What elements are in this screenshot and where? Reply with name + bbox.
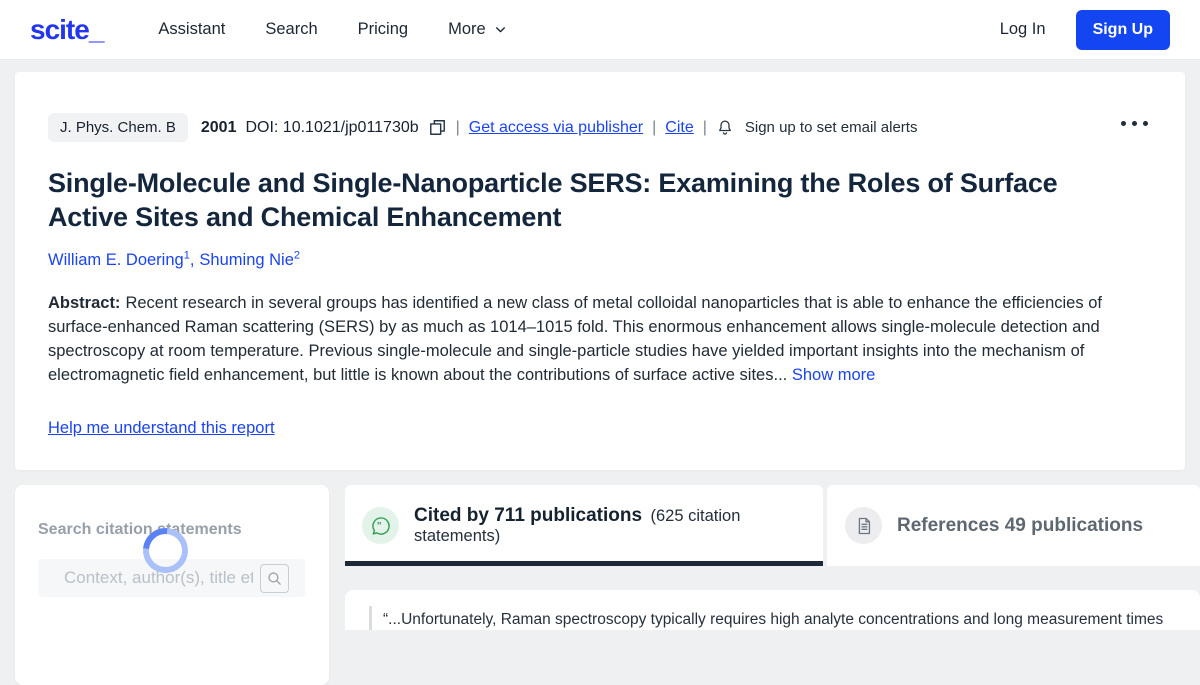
paper-meta-row: J. Phys. Chem. B 2001 DOI: 10.1021/jp011… <box>48 113 1152 142</box>
cite-link[interactable]: Cite <box>665 119 693 137</box>
citation-statement-card: “...Unfortunately, Raman spectroscopy ty… <box>345 590 1200 630</box>
cited-by-label: Cited by 711 publications <box>414 505 643 526</box>
top-nav-bar: scite_ Assistant Search Pricing More Log… <box>0 0 1200 60</box>
sign-up-button[interactable]: Sign Up <box>1075 9 1170 50</box>
journal-badge: J. Phys. Chem. B <box>48 113 188 142</box>
nav-pricing[interactable]: Pricing <box>358 20 408 39</box>
search-submit-button[interactable] <box>260 564 289 593</box>
bell-icon <box>718 120 731 135</box>
authors-row: William E. Doering1, Shuming Nie2 <box>48 249 1152 270</box>
author-affiliation-sup: 1 <box>183 249 190 261</box>
citation-quote-icon: ” <box>362 507 399 544</box>
tab-cited-by[interactable]: ” Cited by 711 publications (625 citatio… <box>345 485 823 566</box>
citation-statement-text: “...Unfortunately, Raman spectroscopy ty… <box>383 611 1164 628</box>
abstract-paragraph: Abstract: Recent research in several grou… <box>48 291 1152 387</box>
more-options-icon[interactable] <box>1117 117 1152 130</box>
paper-card: J. Phys. Chem. B 2001 DOI: 10.1021/jp011… <box>15 72 1185 470</box>
abstract-label: Abstract: <box>48 293 121 312</box>
author-link[interactable]: Shuming Nie2 <box>199 249 301 269</box>
search-icon <box>268 572 281 585</box>
separator: | <box>702 118 707 136</box>
copy-icon <box>429 120 445 135</box>
nav-more[interactable]: More <box>448 20 507 39</box>
authors-separator: , <box>189 250 195 269</box>
help-understand-link[interactable]: Help me understand this report <box>48 419 275 438</box>
nav-more-label: More <box>448 20 486 38</box>
scite-logo[interactable]: scite_ <box>30 14 104 46</box>
chevron-down-icon <box>495 27 505 33</box>
document-icon <box>845 507 882 544</box>
quote-accent-bar <box>369 606 372 630</box>
doi-text: DOI: 10.1021/jp011730b <box>245 118 419 136</box>
nav-assistant[interactable]: Assistant <box>158 20 225 39</box>
publication-year: 2001 <box>200 118 237 136</box>
separator: | <box>455 118 460 136</box>
get-access-link[interactable]: Get access via publisher <box>469 119 643 137</box>
citation-search-panel: Search citation statements <box>15 485 329 685</box>
copy-doi-button[interactable] <box>428 118 447 137</box>
svg-text:”: ” <box>376 521 381 532</box>
show-more-link[interactable]: Show more <box>792 366 875 384</box>
author-affiliation-sup: 2 <box>293 249 301 261</box>
search-panel-heading: Search citation statements <box>38 521 242 538</box>
log-in-link[interactable]: Log In <box>1000 20 1046 39</box>
main-nav: Assistant Search Pricing More <box>158 20 506 39</box>
references-label: References 49 publications <box>897 514 1144 536</box>
header-actions: Log In Sign Up <box>1000 9 1170 50</box>
separator: | <box>652 118 657 136</box>
tab-references[interactable]: References 49 publications <box>827 485 1200 566</box>
abstract-text: Recent research in several groups has id… <box>48 293 1102 384</box>
nav-search[interactable]: Search <box>265 20 317 39</box>
paper-title: Single-Molecule and Single-Nanoparticle … <box>48 168 1058 232</box>
author-link[interactable]: William E. Doering1 <box>48 249 190 269</box>
email-alerts-link[interactable]: Sign up to set email alerts <box>745 119 918 136</box>
